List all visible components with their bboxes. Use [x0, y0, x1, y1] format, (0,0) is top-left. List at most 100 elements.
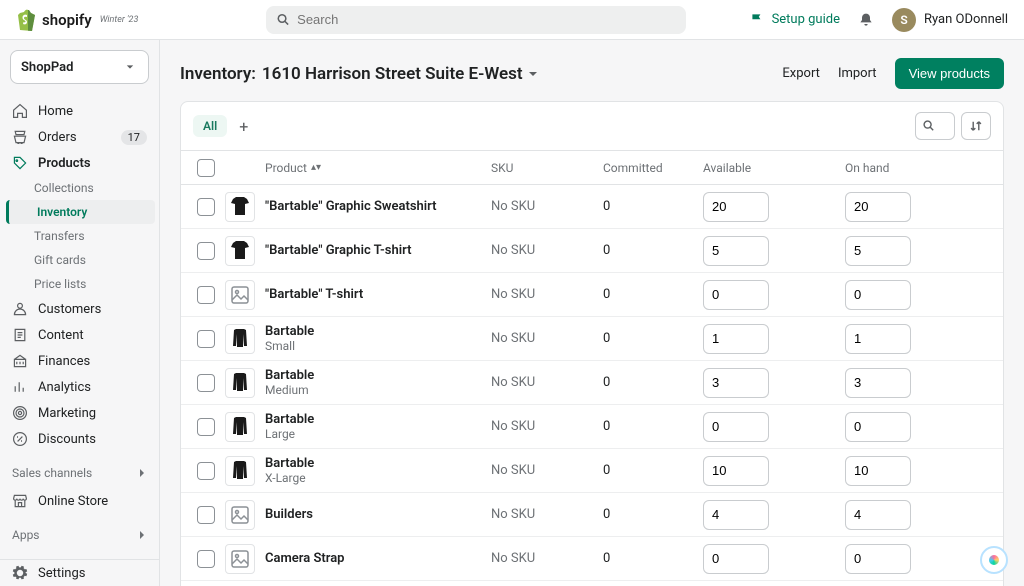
product-thumb[interactable]: [225, 192, 255, 222]
product-thumb[interactable]: [225, 236, 255, 266]
sidebar-item-finances[interactable]: Finances: [0, 348, 159, 374]
product-cell[interactable]: "Bartable" Graphic T-shirt: [265, 243, 491, 258]
import-button[interactable]: Import: [838, 66, 877, 81]
available-input[interactable]: [703, 280, 769, 310]
product-cell[interactable]: "Bartable" Graphic Sweatshirt: [265, 199, 491, 214]
sidebar-sub-price-lists[interactable]: Price lists: [34, 272, 147, 296]
available-input[interactable]: [703, 544, 769, 574]
product-cell[interactable]: "Bartable" T-shirt: [265, 287, 491, 302]
row-checkbox[interactable]: [197, 286, 215, 304]
apps-header[interactable]: Apps: [0, 518, 159, 546]
product-thumb[interactable]: [225, 324, 255, 354]
available-input[interactable]: [703, 236, 769, 266]
row-checkbox[interactable]: [197, 330, 215, 348]
sidebar-item-content[interactable]: Content: [0, 322, 159, 348]
table-row: "Bartable" T-shirt No SKU 0: [181, 273, 1003, 317]
select-all-checkbox[interactable]: [197, 159, 215, 177]
chat-fab[interactable]: [980, 546, 1008, 574]
product-thumb[interactable]: [225, 412, 255, 442]
header-right: Setup guide S Ryan ODonnell: [750, 8, 1008, 32]
product-cell[interactable]: Bartable Medium: [265, 368, 491, 397]
marketing-icon: [12, 405, 28, 421]
product-cell[interactable]: Camera Strap: [265, 551, 491, 566]
product-thumb[interactable]: [225, 544, 255, 574]
tab-all[interactable]: All: [193, 115, 227, 137]
row-checkbox[interactable]: [197, 506, 215, 524]
product-cell[interactable]: Bartable Large: [265, 412, 491, 441]
product-thumb[interactable]: [225, 500, 255, 530]
col-header-product[interactable]: Product ▴▾: [265, 161, 491, 175]
committed-cell: 0: [603, 287, 703, 302]
sidebar-sub-inventory[interactable]: Inventory: [6, 200, 155, 224]
row-checkbox[interactable]: [197, 550, 215, 568]
orders-icon: [12, 129, 28, 145]
search-bar[interactable]: [266, 6, 686, 34]
product-variant: Medium: [265, 383, 314, 397]
row-checkbox[interactable]: [197, 418, 215, 436]
onhand-input[interactable]: [845, 192, 911, 222]
product-name: "Bartable" Graphic Sweatshirt: [265, 199, 437, 214]
sidebar-item-marketing[interactable]: Marketing: [0, 400, 159, 426]
add-view-button[interactable]: +: [239, 117, 248, 136]
onhand-input[interactable]: [845, 544, 911, 574]
row-checkbox[interactable]: [197, 374, 215, 392]
analytics-icon: [12, 379, 28, 395]
search-input[interactable]: [297, 12, 676, 27]
sidebar-item-products[interactable]: Products: [0, 150, 159, 176]
available-input[interactable]: [703, 412, 769, 442]
sort-button[interactable]: [961, 112, 991, 140]
sidebar-item-orders[interactable]: Orders17: [0, 124, 159, 150]
product-variant: Small: [265, 339, 314, 353]
available-input[interactable]: [703, 368, 769, 398]
sidebar-item-settings[interactable]: Settings: [0, 560, 159, 586]
col-header-committed[interactable]: Committed: [603, 161, 703, 175]
product-thumb[interactable]: [225, 456, 255, 486]
onhand-input[interactable]: [845, 456, 911, 486]
row-checkbox[interactable]: [197, 198, 215, 216]
col-header-sku[interactable]: SKU: [491, 161, 603, 175]
sidebar-sub-gift-cards[interactable]: Gift cards: [34, 248, 147, 272]
user-menu[interactable]: S Ryan ODonnell: [892, 8, 1008, 32]
search-filter-button[interactable]: [915, 112, 955, 140]
sales-channels-header[interactable]: Sales channels: [0, 456, 159, 484]
onhand-input[interactable]: [845, 324, 911, 354]
sidebar-sub-transfers[interactable]: Transfers: [34, 224, 147, 248]
product-cell[interactable]: Builders: [265, 507, 491, 522]
sidebar-item-discounts[interactable]: Discounts: [0, 426, 159, 452]
col-header-available[interactable]: Available: [703, 161, 845, 175]
sidebar-item-home[interactable]: Home: [0, 98, 159, 124]
available-input[interactable]: [703, 192, 769, 222]
discounts-icon: [12, 431, 28, 447]
available-input[interactable]: [703, 456, 769, 486]
available-input[interactable]: [703, 324, 769, 354]
onhand-input[interactable]: [845, 412, 911, 442]
app-header: shopify Winter '23 Setup guide S Ryan OD…: [0, 0, 1024, 40]
product-thumb[interactable]: [225, 280, 255, 310]
channel-online-store[interactable]: Online Store: [0, 488, 159, 514]
notifications-icon[interactable]: [858, 12, 874, 28]
sidebar-sub-collections[interactable]: Collections: [34, 176, 147, 200]
sidebar-item-customers[interactable]: Customers: [0, 296, 159, 322]
row-checkbox[interactable]: [197, 242, 215, 260]
store-selector[interactable]: ShopPad: [10, 50, 149, 84]
product-thumb[interactable]: [225, 368, 255, 398]
location-selector[interactable]: 1610 Harrison Street Suite E-West: [262, 64, 538, 84]
product-cell[interactable]: Bartable X-Large: [265, 456, 491, 485]
view-products-button[interactable]: View products: [895, 58, 1004, 89]
export-button[interactable]: Export: [782, 66, 820, 81]
setup-guide-link[interactable]: Setup guide: [750, 12, 840, 28]
main-content: Inventory: 1610 Harrison Street Suite E-…: [160, 40, 1024, 586]
onhand-input[interactable]: [845, 368, 911, 398]
sku-cell: No SKU: [491, 331, 603, 346]
tabs-row: All +: [181, 102, 1003, 151]
logo[interactable]: shopify Winter '23: [16, 9, 166, 31]
available-input[interactable]: [703, 500, 769, 530]
onhand-input[interactable]: [845, 280, 911, 310]
onhand-input[interactable]: [845, 236, 911, 266]
sidebar-item-analytics[interactable]: Analytics: [0, 374, 159, 400]
row-checkbox[interactable]: [197, 462, 215, 480]
search-icon: [276, 12, 291, 28]
col-header-onhand[interactable]: On hand: [845, 161, 987, 175]
onhand-input[interactable]: [845, 500, 911, 530]
product-cell[interactable]: Bartable Small: [265, 324, 491, 353]
